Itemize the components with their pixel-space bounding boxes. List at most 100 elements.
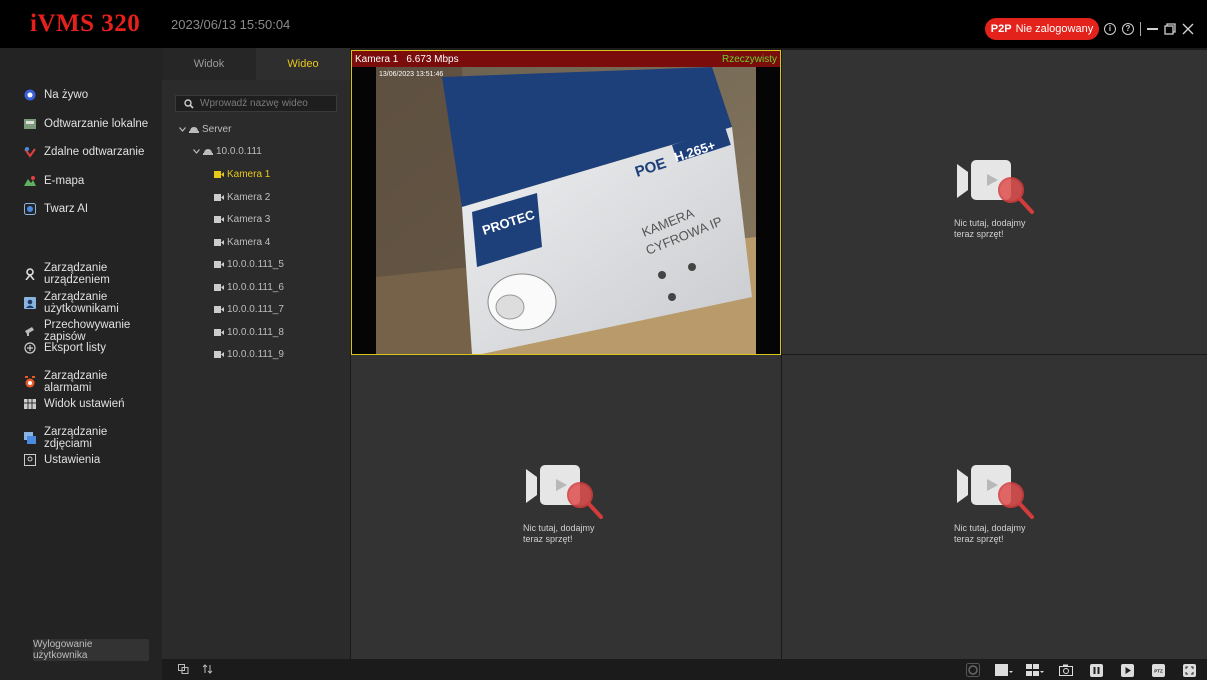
empty-slot-message: Nic tutaj, dodajmy teraz sprzęt! xyxy=(954,218,1026,239)
tree-node-server[interactable]: Server xyxy=(178,124,231,135)
pause-icon[interactable] xyxy=(1081,662,1112,678)
nav-label: Widok ustawień xyxy=(44,398,125,410)
video-cell-4[interactable]: Nic tutaj, dodajmy teraz sprzęt! xyxy=(782,355,1207,659)
video-cell-1[interactable]: Kamera 1 6.673 Mbps Rzeczywisty PROTEC P… xyxy=(351,50,781,355)
tree-tabs: Widok Wideo xyxy=(162,48,350,80)
tree-channel-kamera-3[interactable]: Kamera 3 xyxy=(214,214,270,225)
device-tree-panel: Widok Wideo Server 10.0.0.111 Kamera 1 K… xyxy=(162,48,350,659)
app-logo: iVMS 320 xyxy=(30,10,141,37)
snapshot-icon[interactable] xyxy=(1050,662,1081,678)
user-icon xyxy=(24,297,36,309)
nav-label: Eksport listy xyxy=(44,342,106,354)
stream-mode[interactable]: Rzeczywisty xyxy=(722,54,777,65)
system-datetime: 2023/06/13 15:50:04 xyxy=(171,17,291,32)
divider xyxy=(1140,22,1141,36)
picture-icon xyxy=(24,432,36,444)
device-icon xyxy=(24,268,36,280)
video-cell-3[interactable]: Nic tutaj, dodajmy teraz sprzęt! xyxy=(351,355,781,659)
bottom-toolbar: PTZ xyxy=(162,659,1207,680)
empty-slot-placeholder: Nic tutaj, dodajmy teraz sprzęt! xyxy=(954,160,1040,240)
camera-icon xyxy=(214,216,224,223)
channel-label: 10.0.0.111_6 xyxy=(227,282,284,293)
tab-widok[interactable]: Widok xyxy=(162,48,256,80)
single-window-icon[interactable] xyxy=(988,662,1019,678)
tree-channel-kamera-4[interactable]: Kamera 4 xyxy=(214,237,270,248)
nav-label: Przechowywanie zapisów xyxy=(44,319,131,343)
tree-channel-kamera-1[interactable]: Kamera 1 xyxy=(214,169,270,180)
nav-label: Twarz AI xyxy=(44,203,89,215)
video-cell-2[interactable]: Nic tutaj, dodajmy teraz sprzęt! xyxy=(782,50,1207,354)
nav-device-management[interactable]: Zarządzanie urządzeniem xyxy=(0,262,162,286)
empty-slot-message: Nic tutaj, dodajmy teraz sprzęt! xyxy=(954,523,1026,544)
restore-icon[interactable] xyxy=(1164,23,1176,35)
collapse-tree-icon[interactable] xyxy=(178,664,189,674)
face-ai-icon xyxy=(24,203,36,215)
channel-label: Kamera 1 xyxy=(227,169,271,180)
nav-alarm-management[interactable]: Zarządzanie alarmami xyxy=(0,370,162,394)
p2p-login-button[interactable]: P2P Nie zalogowany xyxy=(985,18,1099,40)
tree-channel-7[interactable]: 10.0.0.111_7 xyxy=(214,304,284,315)
p2p-label: P2P xyxy=(990,23,1012,35)
chevron-down-icon[interactable] xyxy=(192,148,200,156)
nav-user-management[interactable]: Zarządzanie użytkownikami xyxy=(0,291,162,315)
help-icon[interactable]: ? xyxy=(1122,23,1134,35)
tree-channel-6[interactable]: 10.0.0.111_6 xyxy=(214,282,284,293)
camera-icon xyxy=(214,306,224,313)
title-bar: iVMS 320 2023/06/13 15:50:04 P2P Nie zal… xyxy=(0,0,1207,48)
camera-icon xyxy=(214,351,224,358)
empty-slot-message: Nic tutaj, dodajmy teraz sprzęt! xyxy=(523,523,595,544)
channel-label: 10.0.0.111_7 xyxy=(227,304,284,315)
sort-icon[interactable] xyxy=(203,664,213,674)
tab-wideo[interactable]: Wideo xyxy=(256,48,350,80)
server-icon xyxy=(189,127,199,133)
nav-label: Zarządzanie alarmami xyxy=(44,370,108,394)
fullscreen-icon[interactable] xyxy=(1174,662,1205,678)
camera-icon xyxy=(214,239,224,246)
settings-icon xyxy=(24,454,36,466)
tree-channel-kamera-2[interactable]: Kamera 2 xyxy=(214,192,270,203)
chevron-down-icon[interactable] xyxy=(178,126,186,134)
nav-label: Zarządzanie urządzeniem xyxy=(44,262,110,286)
view-settings-icon xyxy=(24,398,36,410)
tree-channel-8[interactable]: 10.0.0.111_8 xyxy=(214,327,284,338)
p2p-status: Nie zalogowany xyxy=(1015,23,1094,35)
video-search-box[interactable] xyxy=(175,95,337,112)
camera-bitrate: 6.673 Mbps xyxy=(406,53,459,65)
nav-label: Ustawienia xyxy=(44,454,101,466)
play-icon[interactable] xyxy=(1112,662,1143,678)
local-playback-icon xyxy=(24,118,36,130)
tree-node-label: 10.0.0.111 xyxy=(216,146,262,157)
window-controls: i ? xyxy=(1104,18,1194,40)
add-video-device-icon xyxy=(957,160,1034,214)
tree-channel-9[interactable]: 10.0.0.111_9 xyxy=(214,349,284,360)
tree-tools xyxy=(178,664,213,674)
osd-timestamp: 13/06/2023 13:51:46 xyxy=(379,71,444,78)
channel-label: 10.0.0.111_5 xyxy=(227,259,284,270)
logout-button[interactable]: Wylogowanie użytkownika xyxy=(33,639,149,661)
nav-picture-management[interactable]: Zarządzanie zdjęciami xyxy=(0,426,162,450)
split-layout-icon[interactable] xyxy=(1019,662,1050,678)
camera-icon xyxy=(214,261,224,268)
ptz-icon[interactable]: PTZ xyxy=(1143,662,1174,678)
playback-controls: PTZ xyxy=(957,662,1205,678)
nav-label: Zarządzanie użytkownikami xyxy=(44,291,119,315)
alarm-icon xyxy=(24,376,36,388)
add-video-device-icon xyxy=(957,465,1034,519)
nav-label: Odtwarzanie lokalne xyxy=(44,118,149,130)
camera-feed-image: PROTEC POE H.265+ KAMERA CYFROWA IP xyxy=(352,67,780,354)
search-input[interactable] xyxy=(200,98,330,109)
camera-icon xyxy=(214,284,224,291)
camera-icon xyxy=(214,329,224,336)
info-icon[interactable]: i xyxy=(1104,23,1116,35)
stream-reset-icon[interactable] xyxy=(957,662,988,678)
tree-channel-5[interactable]: 10.0.0.111_5 xyxy=(214,259,284,270)
nav-label: Zdalne odtwarzanie xyxy=(44,146,145,158)
nav-recording-storage[interactable]: Przechowywanie zapisów xyxy=(0,319,162,343)
minimize-icon[interactable] xyxy=(1147,28,1158,30)
channel-label: Kamera 2 xyxy=(227,192,271,203)
tree-node-device[interactable]: 10.0.0.111 xyxy=(192,146,262,157)
search-icon xyxy=(184,98,194,109)
close-icon[interactable] xyxy=(1182,23,1194,35)
empty-slot-placeholder: Nic tutaj, dodajmy teraz sprzęt! xyxy=(523,465,609,545)
channel-label: Kamera 3 xyxy=(227,214,271,225)
